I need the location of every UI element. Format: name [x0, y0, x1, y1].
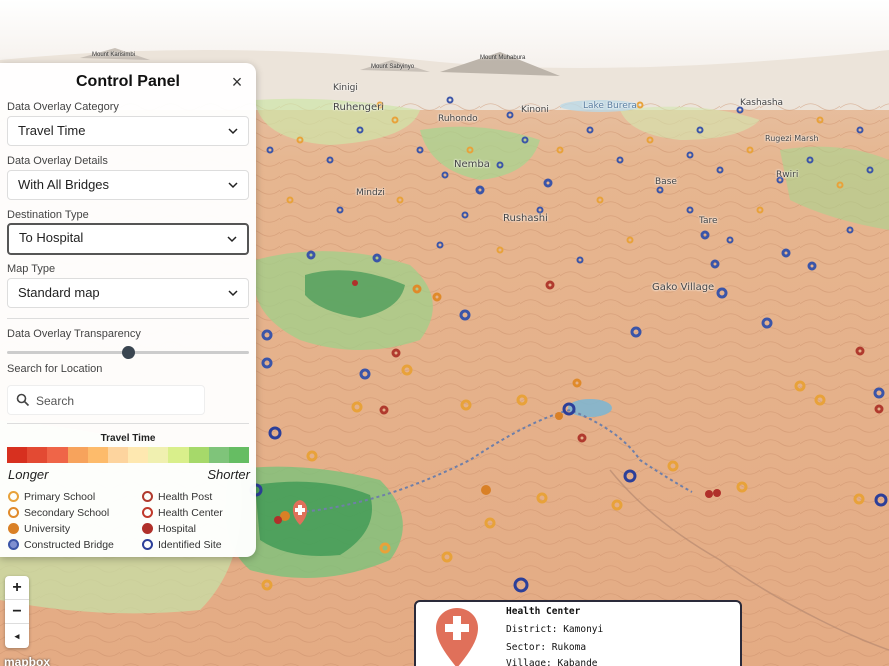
map-type-label: Map Type: [7, 263, 56, 275]
control-panel: Control Panel × Data Overlay Category Tr…: [0, 63, 256, 557]
map-type-value: Standard map: [18, 285, 100, 300]
place-label: Kinoni: [521, 105, 549, 115]
legend-color-step: [7, 447, 28, 463]
legend-left-label: Longer: [8, 467, 49, 482]
legend-color-step: [47, 447, 68, 463]
legend-color-bar: [7, 447, 250, 463]
legend-item-label: Hospital: [158, 523, 196, 535]
legend-title: Travel Time: [100, 433, 156, 444]
legend-color-step: [188, 447, 209, 463]
legend-item-hospital: Hospital: [142, 523, 196, 535]
zoom-out-button[interactable]: −: [5, 600, 29, 624]
search-label: Search for Location: [7, 363, 103, 375]
legend-item-health-post: Health Post: [142, 491, 212, 503]
overlay-details-select[interactable]: With All Bridges: [7, 170, 249, 200]
place-label: Mindzi: [356, 188, 385, 198]
overlay-category-label: Data Overlay Category: [7, 101, 119, 113]
legend-color-step: [27, 447, 48, 463]
transparency-label: Data Overlay Transparency: [7, 328, 141, 340]
overlay-details-value: With All Bridges: [18, 177, 110, 192]
overlay-category-value: Travel Time: [18, 123, 86, 138]
place-label: Kashasha: [740, 98, 784, 108]
compass-button[interactable]: ◂: [5, 624, 29, 648]
legend-color-step: [67, 447, 88, 463]
legend-swatch: [8, 539, 19, 550]
place-label: Kinigi: [333, 83, 358, 93]
overlay-details-label: Data Overlay Details: [7, 155, 108, 167]
zoom-controls: + − ◂: [5, 576, 29, 648]
health-pin-icon: [436, 608, 478, 666]
search-input[interactable]: [36, 391, 196, 411]
place-label: Ruhondo: [438, 114, 478, 124]
popup-sector: Sector: Rukoma: [506, 642, 587, 653]
place-label: Lake Burera: [583, 101, 637, 111]
place-label: Rugezi Marsh: [765, 134, 819, 143]
mapbox-logo: mapbox: [4, 655, 51, 666]
search-icon: [16, 393, 30, 407]
legend-item-label: Constructed Bridge: [24, 539, 114, 551]
legend-swatch: [142, 539, 153, 550]
chevron-down-icon: [228, 128, 238, 135]
chevron-down-icon: [228, 290, 238, 297]
legend-swatch: [142, 507, 153, 518]
place-label: Rwiri: [776, 170, 799, 180]
legend-swatch: [142, 523, 153, 534]
destination-type-value: To Hospital: [19, 230, 84, 245]
legend-item-constructed-bridge: Constructed Bridge: [8, 539, 114, 551]
legend-color-step: [228, 447, 250, 463]
zoom-in-button[interactable]: +: [5, 576, 29, 600]
legend-item-university: University: [8, 523, 70, 535]
transparency-slider-thumb[interactable]: [121, 346, 135, 359]
search-box[interactable]: [7, 385, 205, 415]
legend-color-step: [87, 447, 108, 463]
popup-title: Health Center: [506, 606, 581, 617]
legend-swatch: [142, 491, 153, 502]
legend-item-label: Health Center: [158, 507, 223, 519]
legend-item-label: Health Post: [158, 491, 213, 503]
legend-item-secondary-school: Secondary School: [8, 507, 109, 519]
legend-color-step: [148, 447, 169, 463]
legend-item-health-center: Health Center: [142, 507, 223, 519]
overlay-category-select[interactable]: Travel Time: [7, 116, 249, 146]
place-label: Nemba: [454, 159, 490, 170]
destination-type-label: Destination Type: [7, 209, 89, 221]
legend-color-step: [168, 447, 189, 463]
legend-swatch: [8, 507, 19, 518]
legend-right-label: Shorter: [207, 467, 250, 482]
legend-swatch: [8, 491, 19, 502]
legend-color-step: [128, 447, 149, 463]
map-type-select[interactable]: Standard map: [7, 278, 249, 308]
popup-district: District: Kamonyi: [506, 624, 604, 635]
divider: [7, 423, 249, 424]
place-label: Ruhengeri: [333, 102, 385, 113]
chevron-down-icon: [228, 182, 238, 189]
place-label: Rushashi: [503, 213, 548, 224]
panel-title: Control Panel: [75, 73, 180, 90]
place-label: Gako Village: [652, 282, 715, 293]
place-label: Base: [655, 177, 677, 187]
info-popup: Health Center District: Kamonyi Sector: …: [414, 600, 742, 666]
legend-item-identified-site: Identified Site: [142, 539, 222, 551]
mountain-label: Mount Karisimbi: [92, 52, 136, 58]
legend-item-primary-school: Primary School: [8, 491, 95, 503]
mountain-label: Mount Muhabura: [480, 55, 526, 61]
legend-item-label: Secondary School: [24, 507, 110, 519]
map-health-pin: [292, 500, 308, 525]
legend-swatch: [8, 523, 19, 534]
divider: [7, 318, 249, 319]
destination-type-select[interactable]: To Hospital: [7, 223, 249, 255]
chevron-down-icon: [227, 236, 237, 243]
legend-color-step: [208, 447, 229, 463]
popup-village: Village: Kabande: [506, 658, 598, 666]
legend-item-label: University: [24, 523, 71, 535]
legend-item-label: Primary School: [24, 491, 96, 503]
legend-item-label: Identified Site: [158, 539, 222, 551]
place-label: Tare: [699, 216, 718, 226]
legend-color-step: [107, 447, 129, 463]
mountain-label: Mount Sabyinyo: [371, 64, 415, 70]
close-icon[interactable]: ×: [228, 73, 246, 91]
